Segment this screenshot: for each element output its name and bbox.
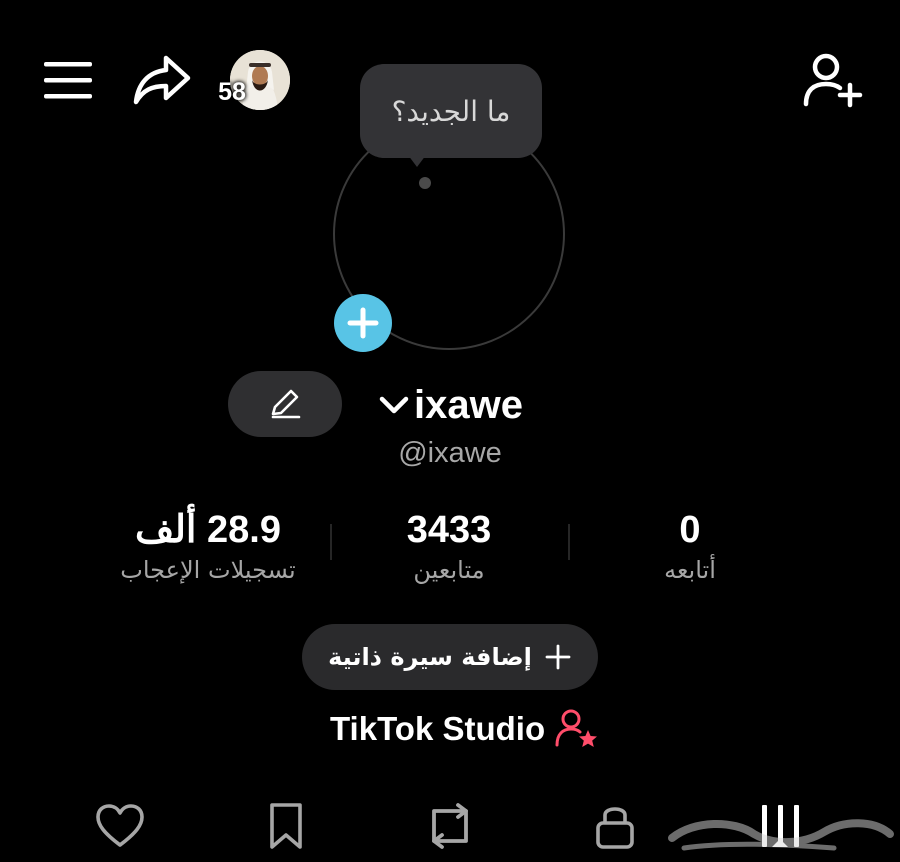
pencil-icon [271, 389, 301, 419]
followers-count: 3433 [406, 509, 492, 551]
studio-label: TikTok Studio [330, 710, 546, 747]
tab-private[interactable] [585, 798, 645, 854]
account-switcher[interactable]: ixawe [378, 380, 523, 430]
watermark [668, 819, 894, 851]
likes-count: 28.9 ألف [135, 509, 281, 551]
lock-icon [596, 807, 634, 849]
tab-liked[interactable] [90, 798, 150, 854]
chevron-down-icon [379, 396, 409, 414]
plus-icon [347, 307, 379, 339]
likes-label: تسجيلات الإعجاب [120, 556, 296, 584]
following-count: 0 [679, 509, 701, 551]
share-button[interactable] [130, 52, 194, 108]
add-story-button[interactable] [334, 294, 392, 352]
plus-icon [545, 644, 571, 670]
add-bio-button[interactable]: إضافة سيرة ذاتية [302, 624, 598, 690]
divider [330, 524, 332, 560]
whats-new-bubble[interactable]: ما الجديد؟ [360, 64, 542, 158]
menu-button[interactable] [40, 58, 96, 102]
followers-label: متابعين [413, 556, 485, 584]
heart-icon [96, 804, 144, 847]
menu-icon [44, 62, 92, 99]
user-handle: @ixawe [398, 437, 502, 469]
following-label: أتابعه [664, 556, 716, 584]
stat-likes[interactable]: 28.9 ألف تسجيلات الإعجاب [88, 508, 328, 588]
edit-profile-button[interactable] [228, 371, 342, 437]
stat-following[interactable]: 0 أتابعه [600, 508, 780, 588]
add-friend-icon [803, 53, 863, 108]
share-icon [133, 55, 191, 105]
tab-saved[interactable] [256, 798, 316, 854]
avatar-dot [419, 177, 431, 189]
story-count-badge: 58 [218, 78, 246, 106]
stat-followers[interactable]: 3433 متابعين [344, 508, 554, 588]
add-friend-button[interactable] [800, 50, 866, 110]
tiktok-studio-link[interactable]: TikTok Studio [330, 704, 599, 754]
whats-new-text: ما الجديد؟ [391, 94, 511, 128]
repost-icon [432, 803, 468, 849]
add-bio-label: إضافة سيرة ذاتية [328, 643, 532, 671]
tab-reposts[interactable] [420, 798, 480, 854]
bookmark-icon [270, 803, 302, 849]
divider [568, 524, 570, 560]
username: ixawe [414, 382, 523, 427]
creator-star-icon [555, 709, 598, 747]
